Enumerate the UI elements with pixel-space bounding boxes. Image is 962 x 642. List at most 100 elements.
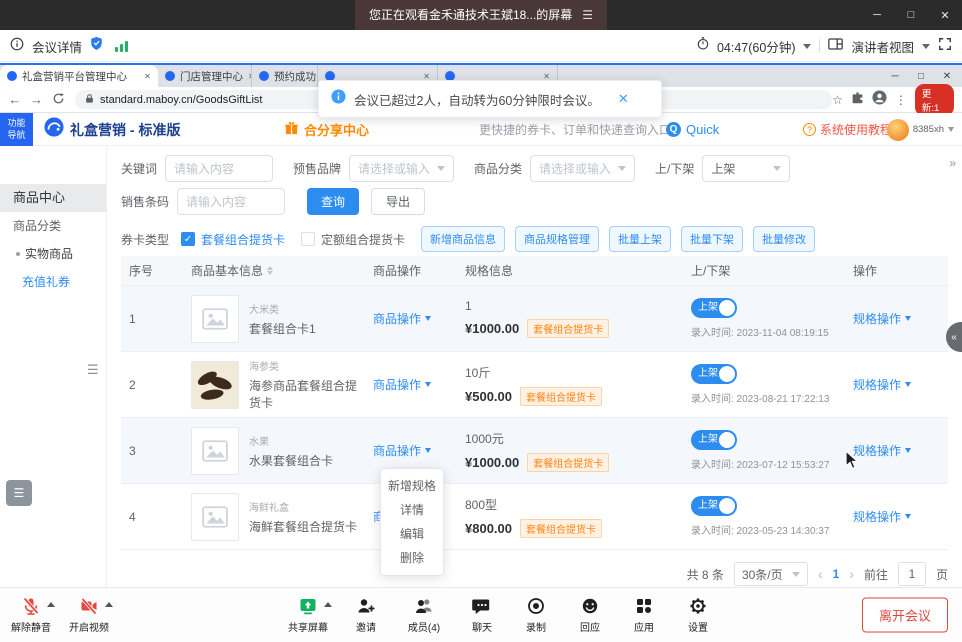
chevron-up-icon[interactable]	[47, 602, 55, 607]
leave-meeting-button[interactable]: 离开会议	[862, 598, 948, 633]
shelf-toggle[interactable]: 上架	[691, 430, 737, 450]
close-icon[interactable]: ✕	[928, 0, 962, 30]
fullscreen-icon[interactable]	[938, 37, 952, 56]
batch-on-shelf-button[interactable]: 批量上架	[609, 226, 671, 252]
menu-dots-icon[interactable]: ⋮	[895, 93, 907, 107]
invite-button[interactable]: 邀请	[343, 594, 389, 634]
card-type-option-2[interactable]: 定额组合提货卡	[321, 231, 405, 248]
page-size-select[interactable]: 30条/页	[734, 562, 808, 586]
card-type-option-1[interactable]: 套餐组合提货卡	[201, 231, 285, 248]
add-product-button[interactable]: 新增商品信息	[421, 226, 505, 252]
menu-item-delete[interactable]: 删除	[381, 546, 443, 570]
batch-edit-button[interactable]: 批量修改	[753, 226, 815, 252]
filters-collapse-icon[interactable]: »	[949, 156, 954, 170]
dock-label: 开启视频	[69, 619, 109, 634]
search-button[interactable]: 查询	[307, 188, 359, 215]
tab-close-icon[interactable]: ✕	[144, 72, 151, 81]
menu-item-add-spec[interactable]: 新增规格	[381, 474, 443, 498]
current-page[interactable]: 1	[833, 567, 840, 581]
browser-tab-2[interactable]: 门店管理中心 ✕	[158, 65, 252, 87]
nav-square-line1: 功能	[0, 117, 33, 129]
prev-page-icon[interactable]: ‹	[818, 566, 823, 582]
sidebar-section-product-center[interactable]: 商品中心	[0, 184, 106, 212]
shelf-toggle[interactable]: 上架	[691, 364, 737, 384]
record-button[interactable]: 录制	[513, 594, 559, 634]
chevron-down-icon[interactable]	[922, 44, 930, 49]
sidebar-collapse-icon[interactable]: ☰	[87, 362, 99, 378]
category-label: 商品分类	[474, 160, 522, 177]
maximize-icon[interactable]: □	[894, 0, 928, 30]
share-screen-button[interactable]: 共享屏幕	[281, 594, 335, 634]
unmute-button[interactable]: 解除静音	[4, 594, 58, 634]
product-op-dropdown[interactable]: 商品操作	[373, 376, 431, 393]
shelf-toggle[interactable]: 上架	[691, 298, 737, 318]
close-icon[interactable]: ✕	[618, 91, 629, 107]
op-label: 规格操作	[853, 508, 901, 525]
chevron-down-icon	[905, 316, 911, 321]
spec-op-dropdown[interactable]: 规格操作	[853, 442, 911, 459]
spec-op-dropdown[interactable]: 规格操作	[853, 376, 911, 393]
checkbox-unchecked-icon[interactable]	[301, 232, 315, 246]
view-mode-label[interactable]: 演讲者视图	[851, 37, 914, 56]
reactions-button[interactable]: 回应	[567, 594, 613, 634]
next-page-icon[interactable]: ›	[849, 566, 854, 582]
browser-update-badge[interactable]: 更新:1	[915, 84, 954, 116]
shelf-select[interactable]: 上架	[702, 155, 790, 182]
product-cell: 海参类海参商品套餐组合提货卡	[177, 352, 359, 417]
quick-search-link[interactable]: Q Quick	[666, 113, 719, 146]
chat-button[interactable]: 聊天	[459, 594, 505, 634]
sidebar-item-categories[interactable]: 商品分类	[0, 212, 106, 240]
category-select[interactable]: 请选择或输入	[530, 155, 635, 182]
reload-icon[interactable]	[47, 92, 69, 108]
info-icon[interactable]	[10, 37, 24, 56]
meeting-title-bar: 您正在观看金禾通技术王斌18...的屏幕 ☰ ─ □ ✕	[0, 0, 962, 30]
sidebar-item-physical-goods[interactable]: 实物商品	[0, 240, 106, 268]
export-button[interactable]: 导出	[371, 188, 425, 215]
sort-icon[interactable]	[267, 266, 273, 275]
goto-page-input[interactable]	[898, 562, 926, 586]
product-op-dropdown-open[interactable]: 商品操作	[373, 442, 431, 459]
sidebar-item-gift-voucher[interactable]: 充值礼券	[0, 268, 106, 296]
profile-avatar-icon[interactable]	[872, 90, 887, 110]
shelf-toggle[interactable]: 上架	[691, 496, 737, 516]
product-op-dropdown[interactable]: 商品操作	[373, 310, 431, 327]
menu-item-edit[interactable]: 编辑	[381, 522, 443, 546]
hamburger-icon[interactable]: ☰	[582, 0, 593, 30]
back-icon[interactable]: ←	[4, 92, 26, 107]
extensions-puzzle-icon[interactable]	[851, 91, 864, 109]
meeting-panel-toggle[interactable]: ☰	[6, 480, 32, 506]
spec-op-dropdown[interactable]: 规格操作	[853, 310, 911, 327]
record-icon	[526, 594, 546, 616]
start-video-button[interactable]: 开启视频	[62, 594, 116, 634]
chevron-up-icon[interactable]	[324, 602, 332, 607]
meeting-details-label[interactable]: 会议详情	[32, 37, 82, 56]
minimize-icon[interactable]: ─	[860, 0, 894, 30]
forward-icon[interactable]: →	[26, 92, 48, 107]
barcode-input[interactable]	[177, 188, 285, 215]
spec-manage-button[interactable]: 商品规格管理	[515, 226, 599, 252]
brand-select[interactable]: 请选择或输入	[349, 155, 454, 182]
members-button[interactable]: 成员(4)	[397, 594, 451, 634]
keyword-input[interactable]	[165, 155, 273, 182]
chevron-down-icon[interactable]	[803, 44, 811, 49]
settings-button[interactable]: 设置	[675, 594, 721, 634]
browser-tab-1[interactable]: 礼盒营销平台管理中心 ✕	[0, 65, 158, 87]
table-row: 2 海参类海参商品套餐组合提货卡 商品操作 10斤¥500.00套餐组合提货卡 …	[121, 352, 948, 418]
spec-op-dropdown[interactable]: 规格操作	[853, 508, 911, 525]
function-nav-square[interactable]: 功能 导航	[0, 113, 33, 146]
chevron-down-icon	[425, 382, 431, 387]
card-type-badge: 套餐组合提货卡	[520, 387, 602, 406]
checkbox-checked-icon[interactable]: ✓	[181, 232, 195, 246]
shield-icon[interactable]	[90, 36, 103, 56]
user-menu[interactable]: 8385xh	[887, 113, 954, 146]
table-row: 4 海鲜礼盒海鲜套餐组合提货卡 商品操作 800型¥800.00套餐组合提货卡 …	[121, 484, 948, 550]
browser-tab-3[interactable]: 预约成功 ✕	[252, 65, 318, 87]
bookmark-star-icon[interactable]: ☆	[832, 93, 843, 107]
apps-button[interactable]: 应用	[621, 594, 667, 634]
menu-item-details[interactable]: 详情	[381, 498, 443, 522]
tutorial-link[interactable]: ? 系统使用教程	[803, 113, 892, 146]
chevron-up-icon[interactable]	[105, 602, 113, 607]
batch-off-shelf-button[interactable]: 批量下架	[681, 226, 743, 252]
notification-text: 会议已超过2人，自动转为60分钟限时会议。	[354, 90, 600, 109]
col-basic-info[interactable]: 商品基本信息	[177, 256, 359, 285]
